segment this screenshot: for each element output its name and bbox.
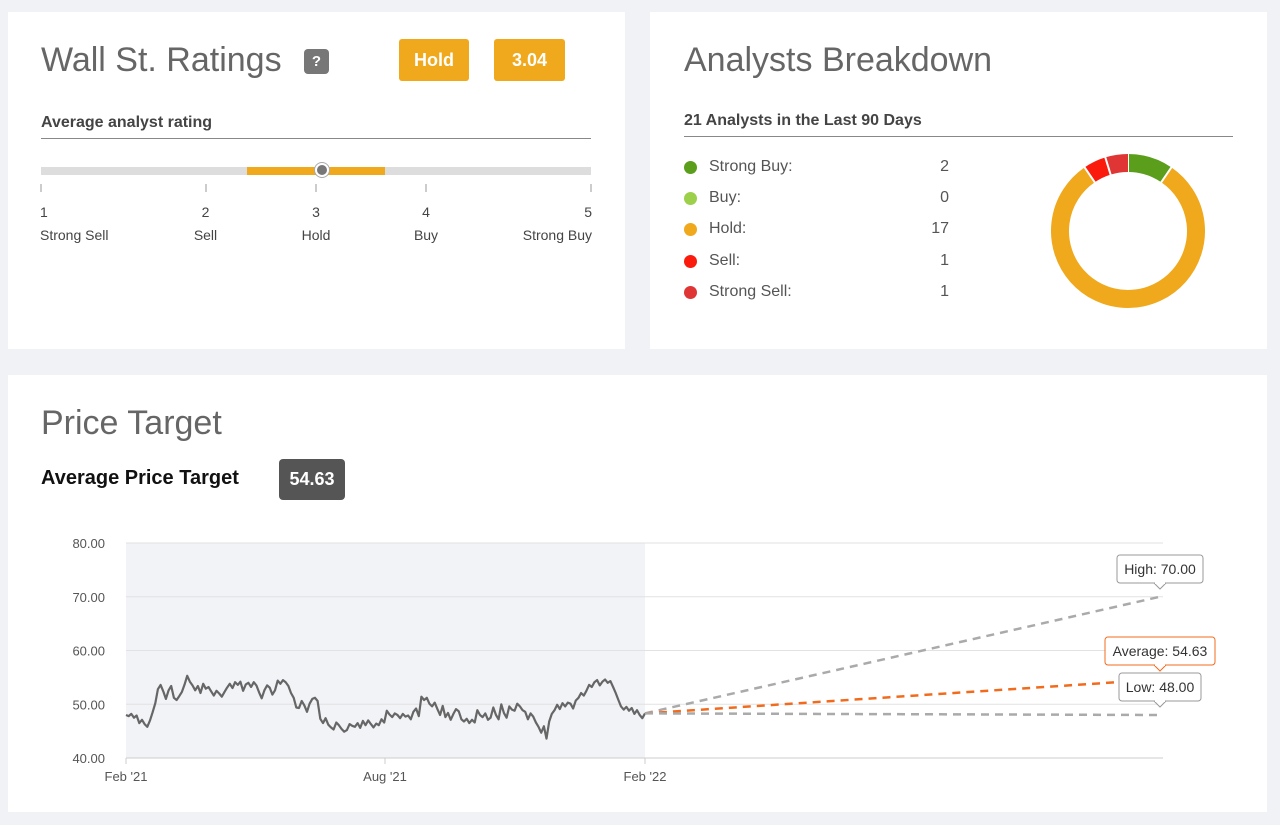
scale-tick xyxy=(40,184,42,192)
rating-score-badge: 3.04 xyxy=(494,39,565,81)
x-tick-label: Feb '22 xyxy=(624,769,667,784)
scale-label: Sell xyxy=(146,227,266,243)
y-tick-label: 70.00 xyxy=(72,590,105,605)
callout-label-low: Low: 48.00 xyxy=(1126,679,1195,695)
legend-count: 2 xyxy=(940,158,949,176)
scale-tick xyxy=(315,184,317,192)
legend-label: Hold: xyxy=(709,220,746,238)
average-rating-header: Average analyst rating xyxy=(41,114,591,139)
projection-line-low xyxy=(645,713,1160,715)
y-tick-label: 40.00 xyxy=(72,751,105,766)
scale-number: 1 xyxy=(40,204,160,220)
donut-slice-strong-buy xyxy=(1128,163,1166,175)
legend-count: 1 xyxy=(940,252,949,270)
legend-item-strong-sell: Strong Sell: 1 xyxy=(684,283,949,303)
ratings-title: Wall St. Ratings xyxy=(41,41,282,80)
scale-tick xyxy=(590,184,592,192)
strong-buy-dot-icon xyxy=(684,161,697,174)
scale-number: 5 xyxy=(472,204,592,220)
scale-point-sell: 2 Sell xyxy=(146,184,266,243)
y-tick-label: 60.00 xyxy=(72,644,105,659)
breakdown-title: Analysts Breakdown xyxy=(684,41,992,80)
scale-point-strong-buy: 5 Strong Buy xyxy=(472,184,592,243)
legend-label: Strong Sell: xyxy=(709,283,792,301)
scale-tick xyxy=(425,184,427,192)
y-tick-label: 50.00 xyxy=(72,697,105,712)
wall-st-ratings-panel: Wall St. Ratings ? Hold 3.04 Average ana… xyxy=(8,12,625,349)
strong-sell-dot-icon xyxy=(684,286,697,299)
legend-label: Sell: xyxy=(709,252,740,270)
buy-dot-icon xyxy=(684,192,697,205)
legend-item-strong-buy: Strong Buy: 2 xyxy=(684,158,949,178)
scale-label: Strong Sell xyxy=(40,227,160,243)
scale-tick xyxy=(205,184,207,192)
price-target-panel: 80.00 70.00 60.00 50.00 40.00Feb '21 Aug '21 F… xyxy=(8,375,1267,812)
legend-count: 1 xyxy=(940,283,949,301)
x-tick-label: Aug '21 xyxy=(363,769,407,784)
legend-count: 17 xyxy=(931,220,949,238)
projection-line-average xyxy=(645,679,1160,713)
rating-label-badge: Hold xyxy=(399,39,469,81)
average-price-target-badge: 54.63 xyxy=(279,459,345,500)
analysts-breakdown-panel: Analysts Breakdown 21 Analysts in the La… xyxy=(650,12,1267,349)
analyst-donut-chart xyxy=(1048,151,1208,311)
scale-label: Hold xyxy=(256,227,376,243)
callout-label-high: High: 70.00 xyxy=(1124,561,1196,577)
callout-label-average: Average: 54.63 xyxy=(1113,643,1208,659)
legend-label: Strong Buy: xyxy=(709,158,793,176)
rating-scale-track xyxy=(41,167,591,175)
scale-label: Buy xyxy=(366,227,486,243)
rating-marker xyxy=(315,163,329,177)
legend-item-buy: Buy: 0 xyxy=(684,189,949,209)
scale-point-strong-sell: 1 Strong Sell xyxy=(40,184,160,243)
scale-point-buy: 4 Buy xyxy=(366,184,486,243)
x-tick-label: Feb '21 xyxy=(105,769,148,784)
legend-item-hold: Hold: 17 xyxy=(684,220,949,240)
donut-slice-sell xyxy=(1090,166,1108,175)
donut-slice-strong-sell xyxy=(1108,163,1128,166)
price-target-title: Price Target xyxy=(41,404,222,443)
scale-number: 2 xyxy=(146,204,266,220)
scale-number: 4 xyxy=(366,204,486,220)
hold-dot-icon xyxy=(684,223,697,236)
scale-label: Strong Buy xyxy=(472,227,592,243)
sell-dot-icon xyxy=(684,255,697,268)
donut-slice-hold xyxy=(1060,175,1196,299)
scale-number: 3 xyxy=(256,204,376,220)
legend-label: Buy: xyxy=(709,189,741,207)
legend-item-sell: Sell: 1 xyxy=(684,252,949,272)
average-price-target-label: Average Price Target xyxy=(41,467,239,490)
help-icon[interactable]: ? xyxy=(304,49,329,74)
legend-count: 0 xyxy=(940,189,949,207)
y-tick-label: 80.00 xyxy=(72,536,105,551)
breakdown-header: 21 Analysts in the Last 90 Days xyxy=(684,112,1233,137)
scale-point-hold: 3 Hold xyxy=(256,184,376,243)
